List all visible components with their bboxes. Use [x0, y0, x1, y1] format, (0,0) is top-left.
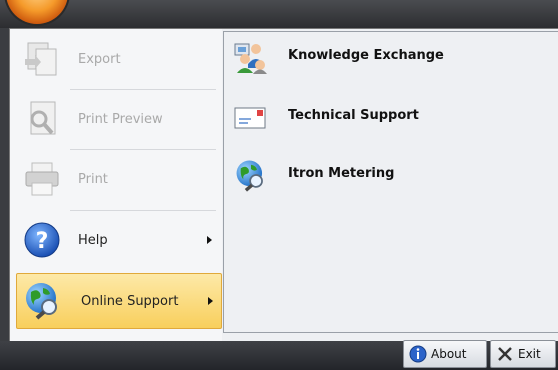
globe-search-icon — [26, 283, 57, 320]
menu-item-print-preview[interactable]: Print Preview — [14, 91, 220, 147]
menu-separator — [70, 149, 216, 150]
menu-separator — [70, 89, 216, 90]
submenu-arrow-icon — [207, 236, 212, 244]
about-button[interactable]: About — [403, 340, 487, 368]
submenu-item-technical-support[interactable]: Technical Support — [234, 100, 554, 140]
print-preview-icon — [30, 101, 56, 135]
exit-button[interactable]: Exit — [490, 340, 556, 368]
submenu-item-label: Itron Metering — [288, 166, 395, 181]
menu-left-pane: Export Print Preview Print ? Help Online… — [10, 29, 222, 341]
info-icon — [409, 345, 427, 363]
menu-item-print[interactable]: Print — [14, 151, 220, 207]
help-icon: ? — [24, 222, 60, 258]
menu-item-online-support[interactable]: Online Support — [16, 273, 222, 329]
exit-button-label: Exit — [518, 347, 541, 361]
application-menu: Export Print Preview Print ? Help Online… — [9, 28, 558, 342]
menu-item-label: Help — [78, 232, 108, 248]
users-icon — [234, 43, 267, 74]
submenu-arrow-icon — [208, 297, 213, 305]
close-icon — [498, 347, 512, 361]
submenu-item-itron-metering[interactable]: Itron Metering — [234, 158, 554, 198]
submenu-pane: Knowledge Exchange Technical Support Itr… — [223, 31, 558, 333]
menu-item-export[interactable]: Export — [14, 31, 220, 87]
menu-item-label: Print Preview — [78, 111, 163, 127]
menu-item-label: Online Support — [81, 293, 179, 309]
svg-text:?: ? — [36, 229, 49, 254]
about-button-label: About — [431, 347, 467, 361]
menu-item-label: Export — [78, 51, 121, 67]
menu-separator — [70, 210, 216, 211]
submenu-item-knowledge-exchange[interactable]: Knowledge Exchange — [234, 40, 554, 80]
menu-item-help[interactable]: ? Help — [14, 212, 220, 268]
envelope-icon — [234, 107, 266, 129]
menu-item-label: Print — [78, 171, 108, 187]
export-icon — [25, 42, 57, 76]
application-title-bar — [0, 0, 558, 28]
submenu-item-label: Knowledge Exchange — [288, 48, 444, 63]
globe-search-icon — [236, 160, 263, 192]
print-icon — [25, 162, 59, 196]
submenu-item-label: Technical Support — [288, 108, 419, 123]
